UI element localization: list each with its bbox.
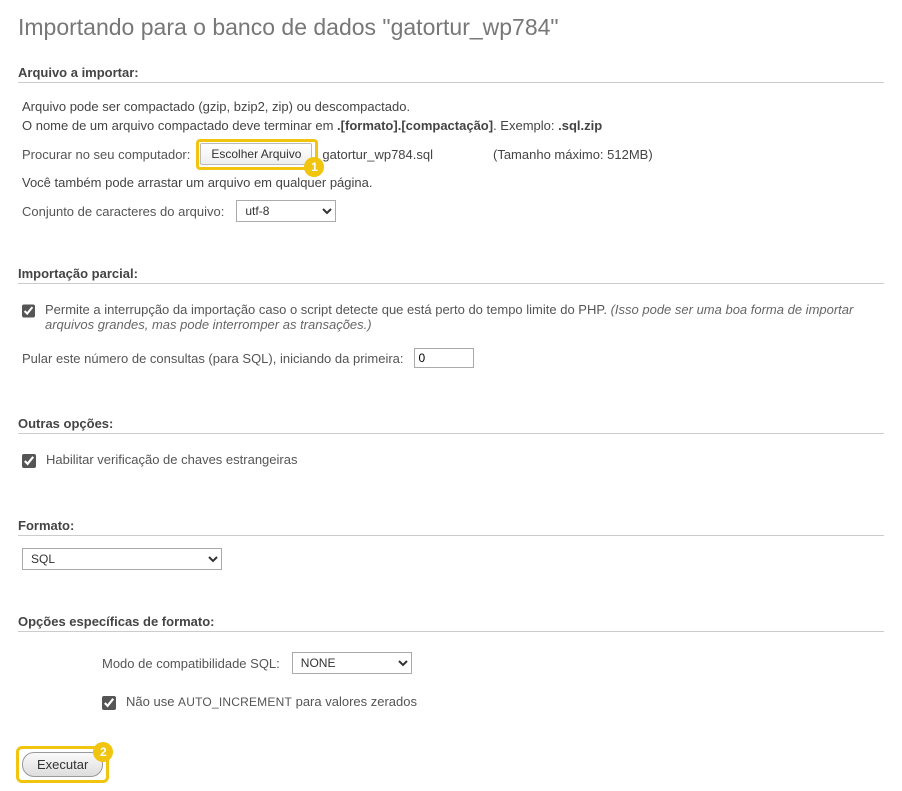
fk-check-checkbox[interactable] [22, 454, 36, 468]
format-select[interactable]: SQL [22, 548, 222, 570]
execute-button[interactable]: Executar [22, 752, 103, 777]
section-heading-partial: Importação parcial: [18, 266, 884, 284]
allow-interrupt-checkbox[interactable] [22, 304, 35, 318]
section-heading-fopts: Opções específicas de formato: [18, 614, 884, 632]
compat-mode-select[interactable]: NONE [292, 652, 412, 674]
no-autoincrement-checkbox[interactable] [102, 696, 116, 710]
max-size-label: (Tamanho máximo: 512MB) [493, 147, 653, 162]
file-name-note: O nome de um arquivo compactado deve ter… [22, 118, 880, 133]
browse-label: Procurar no seu computador: [22, 147, 190, 162]
charset-label: Conjunto de caracteres do arquivo: [22, 204, 224, 219]
annotation-badge-1: 1 [304, 157, 324, 177]
drag-drop-note: Você também pode arrastar um arquivo em … [22, 175, 880, 190]
annotation-badge-2: 2 [93, 742, 113, 762]
allow-interrupt-label: Permite a interrupção da importação caso… [45, 302, 880, 332]
choose-file-button[interactable]: Escolher Arquivo [200, 143, 312, 165]
no-autoincrement-label: Não use AUTO_INCREMENT para valores zera… [126, 694, 417, 709]
section-heading-file: Arquivo a importar: [18, 65, 884, 83]
section-heading-other: Outras opções: [18, 416, 884, 434]
fk-check-label: Habilitar verificação de chaves estrange… [46, 452, 297, 467]
skip-queries-label: Pular este número de consultas (para SQL… [22, 351, 404, 366]
skip-queries-input[interactable] [414, 348, 474, 368]
compat-mode-label: Modo de compatibilidade SQL: [102, 656, 280, 671]
section-heading-format: Formato: [18, 518, 884, 536]
file-compress-note: Arquivo pode ser compactado (gzip, bzip2… [22, 99, 880, 114]
selected-file-name: gatortur_wp784.sql [322, 147, 433, 162]
charset-select[interactable]: utf-8 [236, 200, 336, 222]
page-title: Importando para o banco de dados "gatort… [18, 14, 884, 41]
